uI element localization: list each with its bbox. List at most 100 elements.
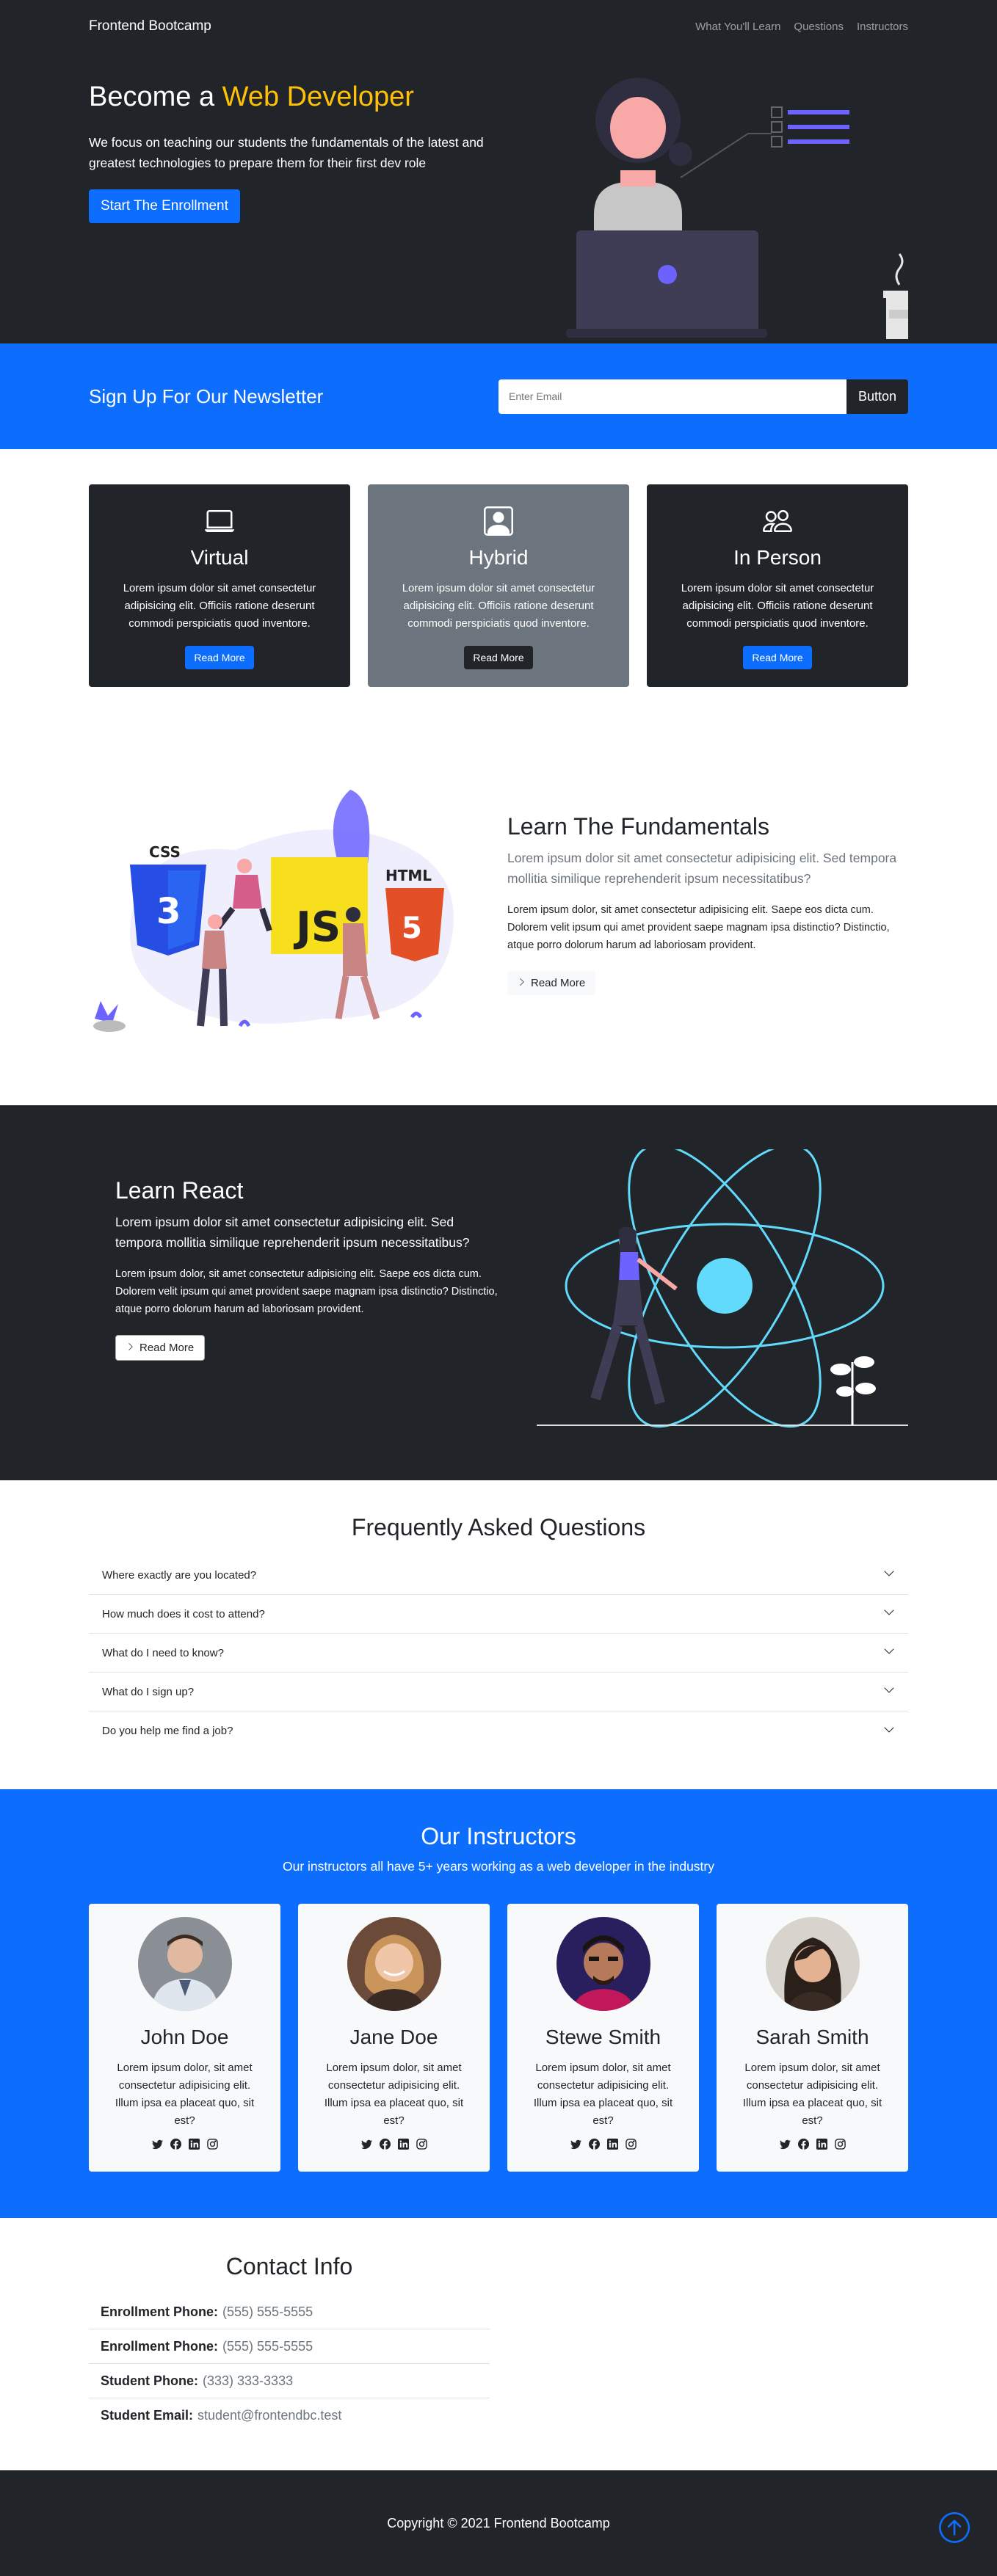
instructor-name: Jane Doe bbox=[349, 2026, 438, 2048]
instructor-bio: Lorem ipsum dolor, sit amet consectetur … bbox=[324, 2062, 464, 2127]
nav-links: What You'll Learn Questions Instructors bbox=[695, 21, 908, 33]
contact-info: Contact Info Enrollment Phone: (555) 555-… bbox=[89, 2253, 490, 2433]
newsletter-submit-button[interactable]: Button bbox=[846, 379, 908, 414]
box-text: Lorem ipsum dolor sit amet consectetur a… bbox=[681, 582, 874, 630]
avatar bbox=[765, 1917, 860, 2011]
faq-item[interactable]: What do I need to know? bbox=[89, 1634, 908, 1673]
faq-item[interactable]: Where exactly are you located? bbox=[89, 1556, 908, 1595]
linkedin-icon[interactable] bbox=[606, 2139, 618, 2150]
react-read-more-button[interactable]: Read More bbox=[115, 1334, 206, 1361]
fundamentals-read-more-button[interactable]: Read More bbox=[507, 970, 596, 995]
instructors-section: Our Instructors Our instructors all have… bbox=[0, 1789, 997, 2218]
brand-link[interactable]: Frontend Bootcamp bbox=[89, 18, 211, 34]
read-more-button[interactable]: Read More bbox=[743, 646, 812, 669]
chevron-down-icon bbox=[883, 1684, 895, 1699]
instructor-name: Stewe Smith bbox=[545, 2026, 661, 2048]
instructor-cards: John Doe Lorem ipsum dolor, sit amet con… bbox=[89, 1904, 908, 2172]
instructor-card: Stewe Smith Lorem ipsum dolor, sit amet … bbox=[507, 1904, 699, 2172]
nav-link-learn[interactable]: What You'll Learn bbox=[695, 21, 780, 33]
contact-label: Enrollment Phone: bbox=[101, 2304, 219, 2319]
fundamentals-body: Lorem ipsum dolor, sit amet consectetur … bbox=[507, 904, 890, 951]
read-more-button[interactable]: Read More bbox=[464, 646, 533, 669]
twitter-icon[interactable] bbox=[360, 2139, 372, 2150]
arrow-up-circle-icon[interactable] bbox=[939, 2512, 970, 2543]
avatar bbox=[556, 1917, 650, 2011]
contact-item: Student Email: student@frontendbc.test bbox=[89, 2398, 490, 2433]
navbar: Frontend Bootcamp What You'll Learn Ques… bbox=[0, 0, 997, 53]
faq-title: Frequently Asked Questions bbox=[351, 1514, 646, 1540]
hero-title: Become a Web Developer bbox=[89, 81, 507, 114]
avatar bbox=[347, 1917, 441, 2011]
linkedin-icon[interactable] bbox=[397, 2139, 409, 2150]
contact-value: student@frontendbc.test bbox=[197, 2408, 342, 2423]
faq-section: Frequently Asked Questions Where exactly… bbox=[0, 1480, 997, 1789]
faq-item[interactable]: How much does it cost to attend? bbox=[89, 1595, 908, 1634]
react-illustration bbox=[537, 1149, 908, 1428]
fundamentals-section: CSS 3 JS HTML 5 Learn The Fundamentals L… bbox=[0, 710, 997, 1105]
nav-link-questions[interactable]: Questions bbox=[794, 21, 844, 33]
format-boxes-section: Virtual Lorem ipsum dolor sit amet conse… bbox=[0, 449, 997, 710]
copyright-text: Copyright © 2021 Frontend Bootcamp bbox=[387, 2515, 610, 2530]
box-title: Hybrid bbox=[468, 546, 529, 569]
contact-title: Contact Info bbox=[225, 2253, 353, 2280]
svg-text:5: 5 bbox=[402, 912, 422, 945]
twitter-icon[interactable] bbox=[779, 2139, 791, 2150]
contact-label: Student Phone: bbox=[101, 2373, 198, 2388]
nav-link-instructors[interactable]: Instructors bbox=[857, 21, 908, 33]
email-input[interactable] bbox=[498, 379, 846, 414]
facebook-icon[interactable] bbox=[797, 2139, 809, 2150]
fundamentals-illustration: CSS 3 JS HTML 5 bbox=[93, 790, 454, 1032]
instagram-icon[interactable] bbox=[206, 2139, 218, 2150]
newsletter-section: Sign Up For Our Newsletter Button bbox=[0, 343, 997, 449]
box-title: Virtual bbox=[190, 546, 249, 569]
faq-question: What do I sign up? bbox=[102, 1685, 195, 1698]
instructor-bio: Lorem ipsum dolor, sit amet consectetur … bbox=[742, 2062, 882, 2127]
newsletter-form: Button bbox=[498, 379, 908, 414]
chevron-down-icon bbox=[883, 1607, 895, 1621]
twitter-icon[interactable] bbox=[151, 2139, 163, 2150]
hero-section: Become a Web Developer We focus on teach… bbox=[0, 53, 997, 343]
instagram-icon[interactable] bbox=[625, 2139, 637, 2150]
box-hybrid: Hybrid Lorem ipsum dolor sit amet consec… bbox=[368, 484, 629, 687]
faq-item[interactable]: Do you help me find a job? bbox=[89, 1711, 908, 1750]
contact-item: Enrollment Phone: (555) 555-5555 bbox=[89, 2329, 490, 2364]
facebook-icon[interactable] bbox=[170, 2139, 181, 2150]
linkedin-icon[interactable] bbox=[188, 2139, 200, 2150]
faq-question: Where exactly are you located? bbox=[102, 1568, 257, 1582]
html-label: HTML bbox=[385, 867, 432, 884]
box-text: Lorem ipsum dolor sit amet consectetur a… bbox=[402, 582, 595, 630]
social-links bbox=[298, 2139, 490, 2150]
react-section: Learn React Lorem ipsum dolor sit amet c… bbox=[0, 1105, 997, 1480]
twitter-icon[interactable] bbox=[570, 2139, 581, 2150]
svg-text:3: 3 bbox=[156, 891, 181, 932]
contact-list: Enrollment Phone: (555) 555-5555 Enrollme… bbox=[89, 2295, 490, 2433]
instructor-bio: Lorem ipsum dolor, sit amet consectetur … bbox=[115, 2062, 255, 2127]
faq-accordion: Where exactly are you located? How much … bbox=[89, 1556, 908, 1750]
read-more-button[interactable]: Read More bbox=[185, 646, 254, 669]
faq-question: Do you help me find a job? bbox=[102, 1725, 233, 1737]
instructor-card: Sarah Smith Lorem ipsum dolor, sit amet … bbox=[717, 1904, 908, 2172]
person-square-icon bbox=[368, 505, 629, 537]
faq-item[interactable]: What do I sign up? bbox=[89, 1673, 908, 1711]
social-links bbox=[507, 2139, 699, 2150]
react-lead: Lorem ipsum dolor sit amet consectetur a… bbox=[115, 1215, 470, 1250]
facebook-icon[interactable] bbox=[588, 2139, 600, 2150]
instagram-icon[interactable] bbox=[834, 2139, 846, 2150]
instructor-card: Jane Doe Lorem ipsum dolor, sit amet con… bbox=[298, 1904, 490, 2172]
instagram-icon[interactable] bbox=[416, 2139, 427, 2150]
contact-value: (555) 555-5555 bbox=[222, 2304, 313, 2319]
facebook-icon[interactable] bbox=[379, 2139, 391, 2150]
hero-title-accent: Web Developer bbox=[222, 81, 414, 112]
contact-item: Enrollment Phone: (555) 555-5555 bbox=[89, 2295, 490, 2329]
contact-label: Enrollment Phone: bbox=[101, 2338, 219, 2354]
laptop-icon bbox=[89, 505, 350, 537]
hero-text: Become a Web Developer We focus on teach… bbox=[89, 81, 507, 223]
enroll-button[interactable]: Start The Enrollment bbox=[89, 189, 240, 223]
faq-question: What do I need to know? bbox=[102, 1646, 224, 1659]
react-text: Learn React Lorem ipsum dolor sit amet c… bbox=[115, 1177, 504, 1361]
linkedin-icon[interactable] bbox=[816, 2139, 827, 2150]
box-title: In Person bbox=[733, 546, 822, 569]
fundamentals-title: Learn The Fundamentals bbox=[507, 813, 769, 840]
instructors-title: Our Instructors bbox=[421, 1823, 576, 1849]
react-body: Lorem ipsum dolor, sit amet consectetur … bbox=[115, 1268, 498, 1315]
